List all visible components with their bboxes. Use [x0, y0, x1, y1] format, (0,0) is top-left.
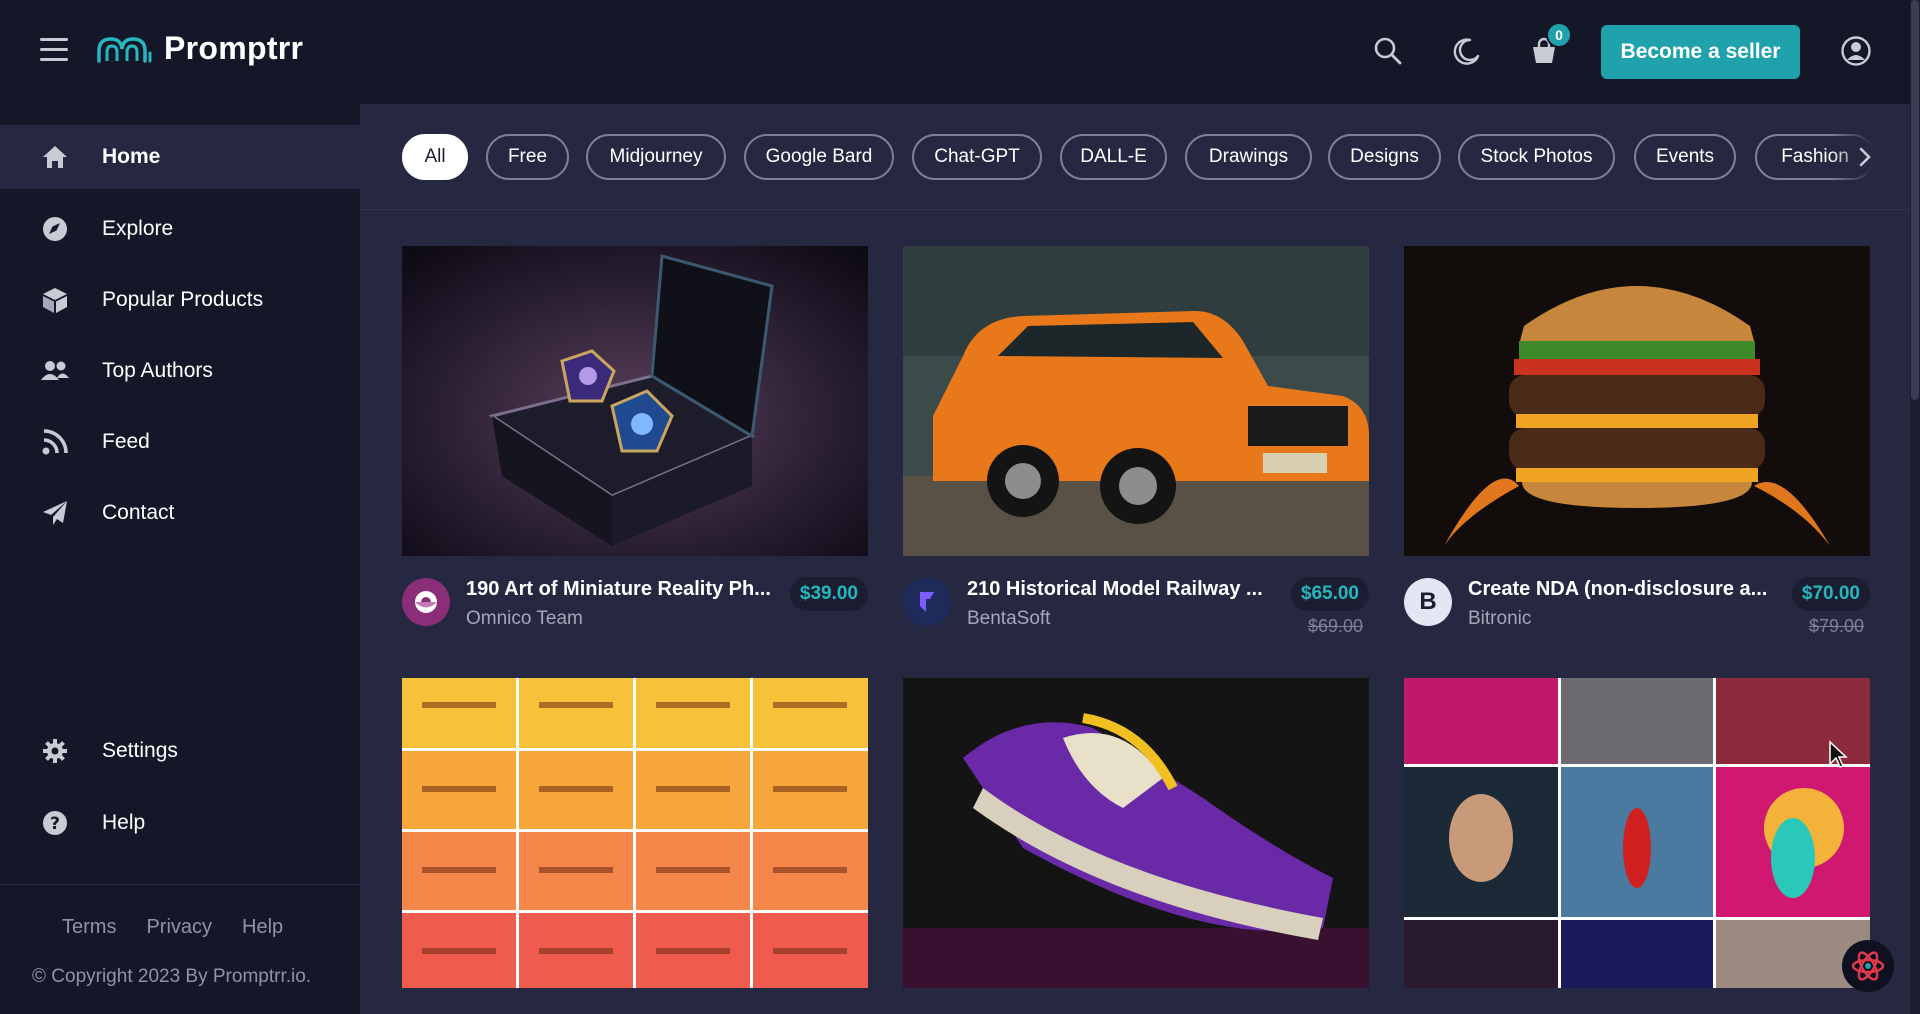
- atom-icon: [1851, 951, 1885, 981]
- product-card: 190 Art of Miniature Reality Ph... Omnic…: [402, 246, 868, 646]
- product-price: $65.00: [1290, 577, 1369, 611]
- filter-chip-chat-gpt[interactable]: Chat-GPT: [912, 134, 1042, 180]
- sidebar-item-label: Help: [102, 811, 146, 834]
- mouse-cursor-icon: [1828, 740, 1848, 775]
- product-old-price: $79.00: [1808, 616, 1864, 636]
- moon-icon[interactable]: [1449, 34, 1483, 68]
- sidebar-item-explore[interactable]: Explore: [0, 197, 360, 261]
- product-price: $39.00: [789, 577, 868, 611]
- sidebar-item-label: Top Authors: [102, 359, 213, 382]
- product-image-orange-car[interactable]: [903, 246, 1369, 556]
- author-avatar[interactable]: [402, 578, 450, 626]
- footer-link-terms[interactable]: Terms: [62, 916, 116, 939]
- box-icon: [40, 285, 70, 315]
- svg-text:?: ?: [50, 814, 60, 834]
- sidebar-item-feed[interactable]: Feed: [0, 410, 360, 474]
- product-image-personality-grid[interactable]: [402, 678, 868, 988]
- paper-plane-icon: [40, 498, 70, 528]
- product-title[interactable]: 190 Art of Miniature Reality Ph...: [466, 578, 776, 601]
- sidebar: Home Explore Popular Products Top Author…: [0, 104, 360, 1014]
- product-card: [1404, 678, 1870, 988]
- logo-icon: [97, 36, 152, 63]
- product-image-sneaker[interactable]: [903, 678, 1369, 988]
- footer-link-privacy[interactable]: Privacy: [146, 916, 212, 939]
- sidebar-item-label: Home: [102, 145, 161, 168]
- filter-chip-drawings[interactable]: Drawings: [1185, 134, 1312, 180]
- product-author[interactable]: Omnico Team: [466, 608, 583, 630]
- sidebar-item-label: Settings: [102, 739, 178, 762]
- brand-name: Promptrr: [164, 30, 304, 66]
- product-image-dice-box[interactable]: [402, 246, 868, 556]
- filter-chip-midjourney[interactable]: Midjourney: [586, 134, 726, 180]
- footer-link-help[interactable]: Help: [242, 916, 283, 939]
- product-author[interactable]: BentaSoft: [967, 608, 1050, 630]
- filter-chip-google-bard[interactable]: Google Bard: [744, 134, 894, 180]
- filter-chip-all[interactable]: All: [402, 134, 468, 180]
- filter-chip-free[interactable]: Free: [486, 134, 569, 180]
- filter-chip-stock-photos[interactable]: Stock Photos: [1458, 134, 1615, 180]
- hamburger-menu-icon[interactable]: [40, 38, 68, 62]
- product-price: $70.00: [1791, 577, 1870, 611]
- sidebar-item-home[interactable]: Home: [0, 125, 360, 189]
- product-image-portrait-grid[interactable]: [1404, 678, 1870, 988]
- sidebar-item-label: Popular Products: [102, 288, 264, 311]
- sidebar-divider: [0, 884, 360, 885]
- copyright-text: © Copyright 2023 By Promptrr.io.: [32, 966, 312, 987]
- product-title[interactable]: 210 Historical Model Railway ...: [967, 578, 1277, 601]
- gear-icon: [40, 736, 70, 766]
- top-header: Promptrr 0 Become a seller: [0, 0, 1910, 104]
- sidebar-item-label: Explore: [102, 217, 174, 240]
- product-title[interactable]: Create NDA (non-disclosure a...: [1468, 578, 1778, 601]
- sidebar-item-help[interactable]: ? Help: [0, 791, 360, 855]
- question-circle-icon: ?: [40, 808, 70, 838]
- compass-icon: [40, 214, 70, 244]
- users-icon: [40, 356, 70, 386]
- sidebar-item-contact[interactable]: Contact: [0, 481, 360, 545]
- category-filter-bar: All Free Midjourney Google Bard Chat-GPT…: [360, 104, 1910, 210]
- product-card: 210 Historical Model Railway ... BentaSo…: [903, 246, 1369, 646]
- filter-chip-dall-e[interactable]: DALL-E: [1060, 134, 1167, 180]
- product-image-burger[interactable]: [1404, 246, 1870, 556]
- footer-links: Terms Privacy Help: [62, 916, 283, 939]
- author-avatar[interactable]: [903, 578, 951, 626]
- become-seller-button[interactable]: Become a seller: [1601, 25, 1800, 79]
- sidebar-item-label: Contact: [102, 501, 175, 524]
- home-icon: [40, 142, 70, 172]
- brand-logo[interactable]: Promptrr: [96, 30, 303, 67]
- product-card: [903, 678, 1369, 988]
- sidebar-item-top-authors[interactable]: Top Authors: [0, 339, 360, 403]
- rss-icon: [40, 427, 70, 457]
- product-author[interactable]: Bitronic: [1468, 608, 1531, 630]
- chevron-right-icon[interactable]: [1850, 142, 1880, 172]
- filter-chip-designs[interactable]: Designs: [1328, 134, 1441, 180]
- sidebar-item-label: Feed: [102, 430, 150, 453]
- floating-react-button[interactable]: [1842, 940, 1894, 992]
- filter-chip-events[interactable]: Events: [1634, 134, 1736, 180]
- cart-count-badge: 0: [1546, 22, 1572, 48]
- user-account-icon[interactable]: [1839, 34, 1873, 68]
- sidebar-item-popular-products[interactable]: Popular Products: [0, 268, 360, 332]
- sidebar-item-settings[interactable]: Settings: [0, 719, 360, 783]
- search-icon[interactable]: [1371, 34, 1405, 68]
- product-card: B Create NDA (non-disclosure a... Bitron…: [1404, 246, 1870, 646]
- product-old-price: $69.00: [1307, 616, 1363, 636]
- author-avatar[interactable]: B: [1404, 578, 1452, 626]
- product-card: [402, 678, 868, 988]
- scrollbar-thumb[interactable]: [1911, 0, 1919, 400]
